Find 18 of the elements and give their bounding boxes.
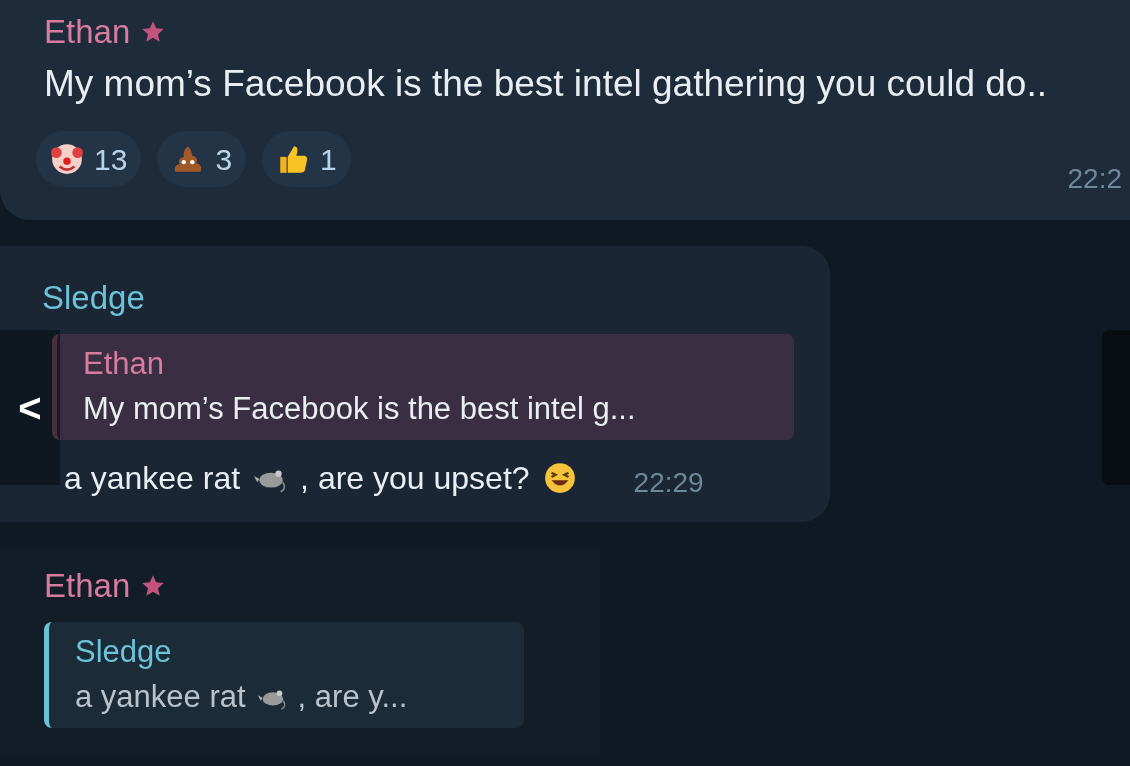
message-time: 22:2 [1067,162,1122,196]
back-button[interactable]: < [0,330,60,485]
reply-sender: Ethan [83,345,165,383]
reply-text: My mom’s Facebook is the best intel g... [83,390,636,428]
reply-text: , are y... [297,678,408,716]
message-text: My mom’s Facebook is the best intel gathering you could do.. [44,62,1048,106]
sender-name: Sledge [42,278,145,318]
sender-name: Ethan [44,12,131,52]
reaction-button[interactable]: 13 [36,131,142,187]
message-time: 22:29 [633,466,704,500]
message-text: a yankee rat [64,459,241,498]
clown-face-icon [50,142,84,176]
reaction-button[interactable]: 3 [157,131,247,187]
reply-sender: Sledge [75,633,173,671]
reaction-button[interactable]: 1 [262,131,351,187]
sender-name: Ethan [44,566,131,606]
reply-text: a yankee rat [75,678,246,716]
message-text: , are you upset? [300,459,530,498]
